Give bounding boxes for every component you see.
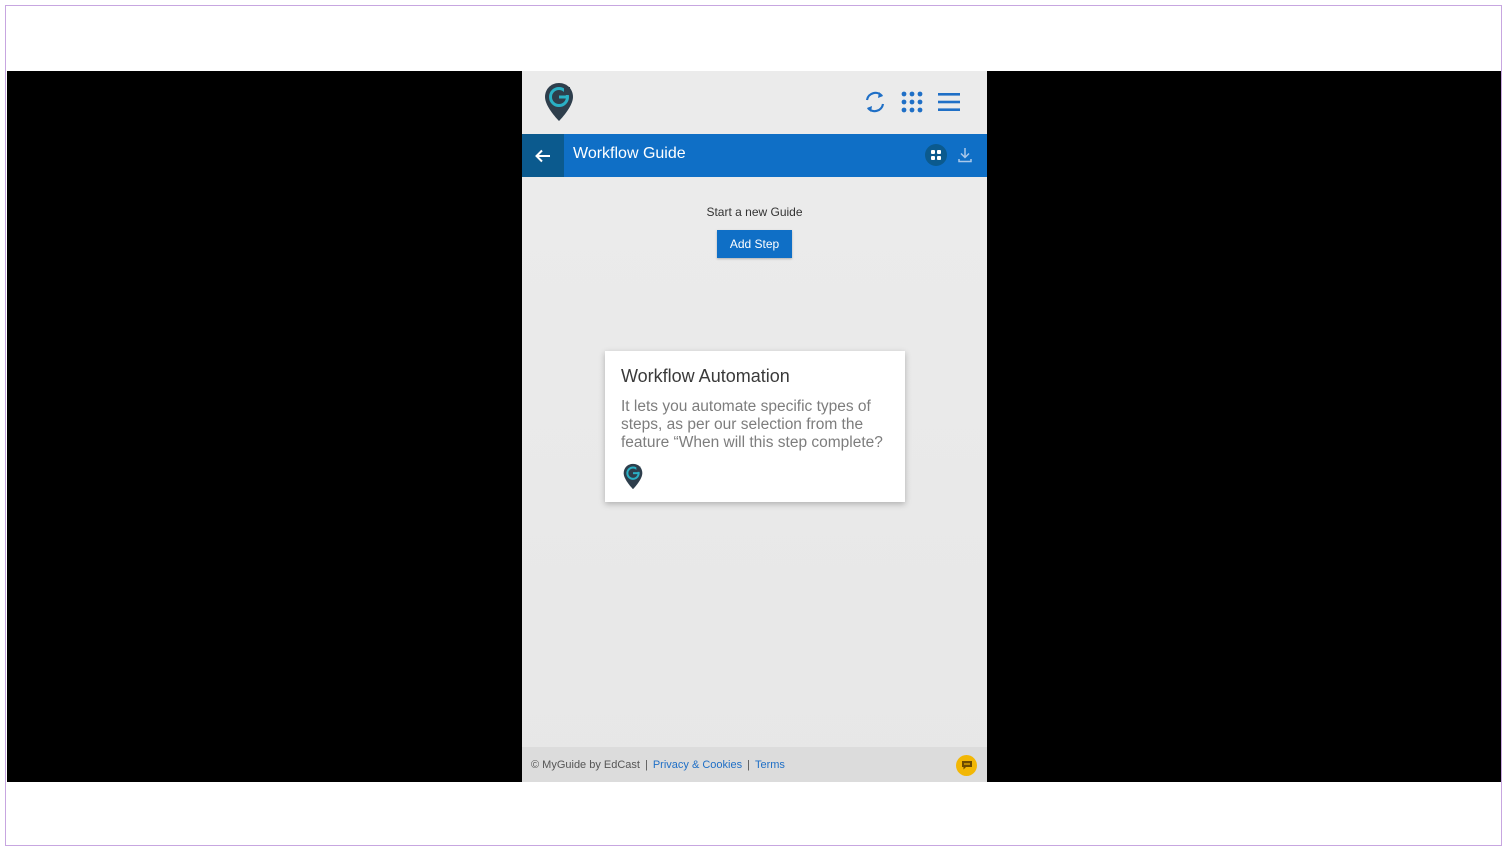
footer-divider: | [747, 759, 750, 771]
chat-button[interactable] [956, 755, 977, 776]
myguide-panel: Workflow Guide Start a new Guide Add Ste… [522, 71, 987, 782]
tooltip-text: It lets you automate specific types of s… [621, 398, 883, 451]
myguide-logo-icon [623, 463, 643, 490]
guide-titlebar: Workflow Guide [522, 134, 987, 177]
download-icon[interactable] [956, 146, 974, 164]
hamburger-menu-icon[interactable] [936, 89, 962, 115]
privacy-cookies-link[interactable]: Privacy & Cookies [653, 759, 742, 771]
footer-divider: | [644, 759, 648, 771]
add-step-button[interactable]: Add Step [717, 230, 792, 258]
start-new-guide-label: Start a new Guide [706, 205, 803, 219]
terms-link[interactable]: Terms [755, 759, 785, 771]
grid-view-button[interactable] [925, 144, 947, 166]
refresh-icon[interactable] [862, 89, 888, 115]
grid-view-icon [931, 150, 941, 160]
chat-bubble-icon [961, 761, 972, 770]
myguide-logo-icon [545, 83, 573, 121]
back-button[interactable] [522, 134, 564, 177]
apps-grid-icon[interactable] [899, 89, 925, 115]
workflow-automation-tooltip: Workflow Automation It lets you automate… [605, 351, 905, 502]
footer-links: © MyGuide by EdCast | Privacy & Cookies | Te… [531, 759, 785, 771]
tooltip-title: Workflow Automation [621, 366, 790, 386]
page-title: Workflow Guide [573, 145, 686, 162]
arrow-left-icon [535, 149, 550, 162]
copyright-text: © MyGuide by EdCast [531, 759, 640, 771]
panel-footer: © MyGuide by EdCast | Privacy & Cookies | Te… [522, 747, 987, 782]
panel-header [522, 71, 987, 134]
